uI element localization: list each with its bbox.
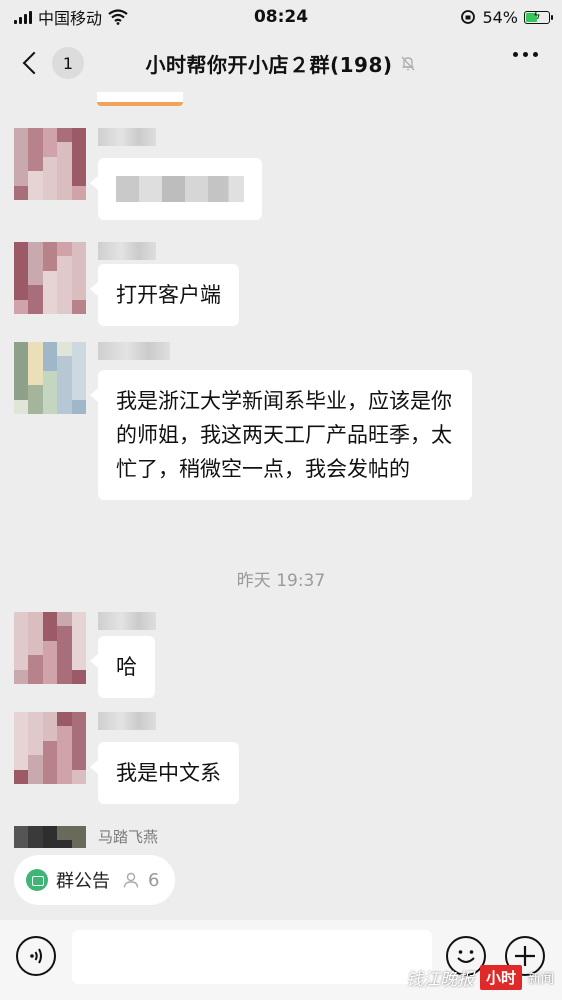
message-row: 打开客户端 (14, 242, 554, 342)
voice-icon (30, 948, 42, 964)
avatar[interactable] (14, 128, 86, 200)
sender-name (98, 712, 156, 730)
message-bubble[interactable]: 我是中文系 (90, 742, 239, 804)
person-icon (123, 872, 139, 888)
avatar[interactable] (14, 612, 86, 684)
status-left: 中国移动 (14, 5, 214, 29)
sender-name (98, 612, 156, 630)
notice-read-count: 6 (148, 869, 160, 891)
chat-title: 小时帮你开小店２群(198) (145, 52, 393, 77)
message-row: 哈 (14, 612, 554, 712)
avatar[interactable] (14, 712, 86, 784)
blurred-sender (98, 342, 170, 360)
input-bar: 钱江晚报 小时 新闻 (0, 920, 562, 1000)
carrier-label: 中国移动 (38, 9, 103, 28)
battery-percent: 54% (482, 7, 518, 27)
sender-name (98, 342, 170, 360)
message-row: 我是浙江大学新闻系毕业，应该是你的师姐，我这两天工厂产品旺季，太忙了，稍微空一点… (14, 342, 554, 542)
message-text: 我是浙江大学新闻系毕业，应该是你的师姐，我这两天工厂产品旺季，太忙了，稍微空一点… (116, 389, 452, 481)
message-row (14, 128, 554, 248)
blurred-message-text (116, 176, 244, 202)
voice-input-button[interactable] (16, 936, 56, 976)
mute-bell-icon (401, 56, 415, 71)
charging-bolt-icon: ϟ (533, 8, 541, 22)
message-text: 哈 (116, 655, 137, 679)
blurred-sender (98, 128, 156, 146)
group-notice-button[interactable]: 群公告 6 (14, 855, 176, 905)
sender-name: 马踏飞燕 (98, 826, 159, 846)
wifi-icon (108, 9, 128, 25)
group-notice-label: 群公告 (56, 871, 110, 892)
message-bubble[interactable]: 哈 (90, 636, 155, 698)
message-text: 打开客户端 (116, 283, 221, 307)
sender-name (98, 242, 156, 260)
avatar[interactable] (14, 342, 86, 414)
avatar[interactable] (14, 826, 86, 848)
chat-nav-bar: 1 小时帮你开小店２群(198) (0, 34, 562, 92)
signal-icon (14, 10, 32, 24)
status-right: 54% ϟ (460, 7, 553, 27)
card-message-edge[interactable] (97, 92, 183, 106)
status-bar: 中国移动 08:24 54% ϟ (0, 0, 562, 34)
more-dot-icon (523, 52, 528, 57)
back-button[interactable]: 1 (20, 47, 90, 79)
watermark-script: 钱江晚报 (405, 969, 474, 990)
blurred-sender (98, 712, 156, 730)
message-input[interactable] (72, 930, 432, 984)
message-bubble[interactable]: 打开客户端 (90, 264, 239, 326)
message-row: 马踏飞燕 (14, 826, 554, 848)
message-row: 我是中文系 (14, 712, 554, 812)
orientation-lock-icon (461, 10, 476, 24)
more-dot-icon (533, 52, 538, 57)
unread-badge: 1 (52, 47, 84, 79)
blurred-sender (98, 612, 156, 630)
chevron-left-icon (22, 51, 46, 75)
message-bubble[interactable]: 我是浙江大学新闻系毕业，应该是你的师姐，我这两天工厂产品旺季，太忙了，稍微空一点… (90, 370, 472, 500)
more-dot-icon (513, 52, 518, 57)
message-bubble[interactable] (90, 158, 262, 220)
news-watermark: 钱江晚报 小时 新闻 (384, 954, 562, 1000)
watermark-news: 新闻 (527, 971, 554, 987)
battery-icon: ϟ (524, 8, 553, 24)
message-text: 我是中文系 (116, 761, 221, 785)
sender-name (98, 128, 156, 146)
timestamp: 昨天 19:37 (236, 571, 326, 591)
blurred-sender (98, 242, 156, 260)
announcement-icon (26, 869, 48, 891)
more-options-button[interactable] (513, 52, 538, 57)
avatar[interactable] (14, 242, 86, 314)
sender-name-text: 马踏飞燕 (98, 828, 159, 846)
chat-message-list[interactable]: 打开客户端 我是浙江大学新闻系毕业，应该是你的师姐，我这两天工厂产品旺季，太忙了… (0, 92, 562, 848)
watermark-brand: 小时 (479, 964, 522, 990)
